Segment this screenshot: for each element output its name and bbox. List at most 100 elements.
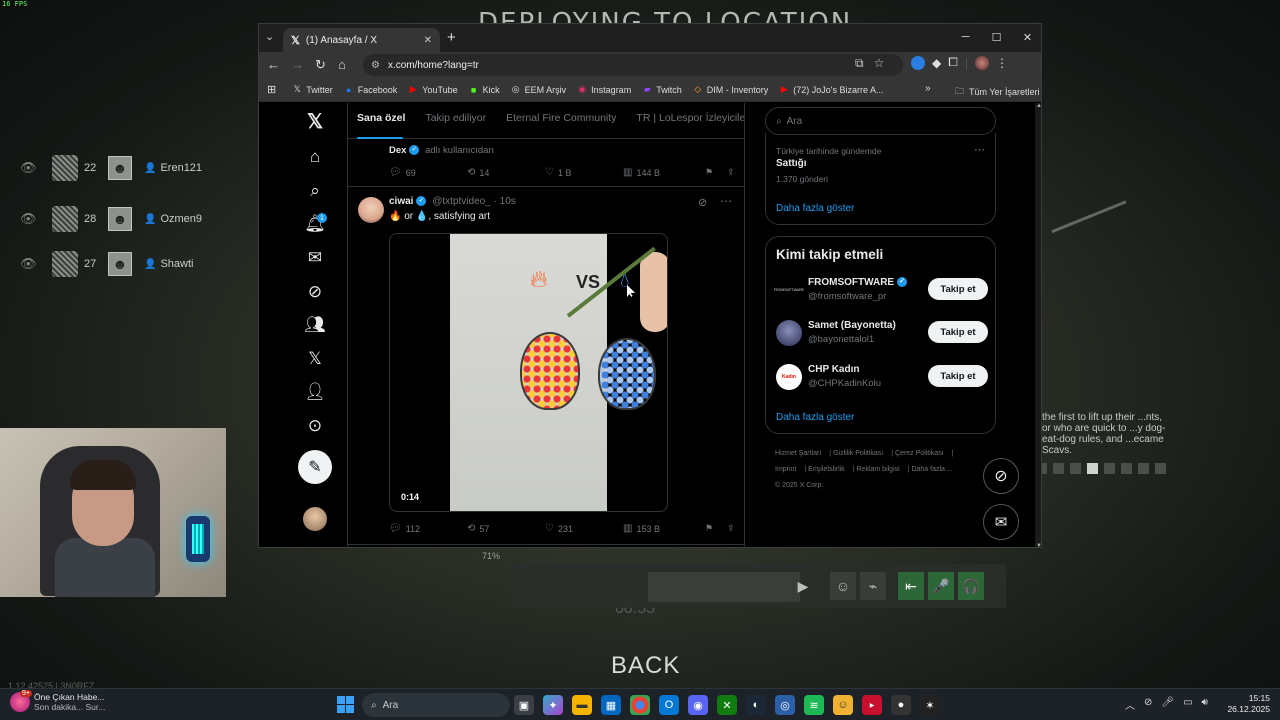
tab-eternal-fire[interactable]: Eternal Fire Community [497,103,627,138]
site-info-icon[interactable]: ⚙ [371,60,380,71]
headphones-icon[interactable]: 🎧 [958,572,984,600]
tab-lolespor[interactable]: TR | LoLespor İzleyicile [627,103,744,138]
suggestion-avatar[interactable]: Kadın [776,364,802,390]
profile-avatar[interactable] [974,55,989,70]
game-launcher-icon[interactable]: ✶ [920,695,940,715]
suggestion-samet[interactable]: Samet (Bayonetta) @bayonettalol1 Takip e… [776,317,996,351]
microphone-icon[interactable]: 🎤 [928,572,954,600]
trend-more-icon[interactable]: ⋯ [974,143,985,156]
obs-icon[interactable]: ● [891,695,911,715]
scroll-up-arrow-icon[interactable]: ▲ [1035,103,1041,109]
tweet-ciwai[interactable]: ciwai ✓ @txtptvideo_ · 10s ⊘ ⋯ 🔥 or 💧, sa… [348,187,744,545]
grok-explain-icon[interactable]: ⊘ [698,196,707,209]
file-explorer-icon[interactable]: ▬ [572,695,592,715]
share-icon[interactable]: ⇪ [727,523,735,534]
trend-name[interactable]: Sattığı [776,158,807,169]
tab-for-you[interactable]: Sana özel [348,103,416,139]
home-icon[interactable]: ⌂ [338,57,346,72]
bookmark-icon[interactable]: ⚑ [705,167,727,178]
scav-pager[interactable] [1036,463,1166,474]
discord-icon[interactable]: ◉ [688,695,708,715]
bookmark-kick[interactable]: ■ Kick [469,85,500,95]
suggestion-name[interactable]: Samet (Bayonetta) [808,320,896,331]
address-bar[interactable]: ⚙ x.com/home?lang=tr [363,54,903,76]
pager-dot[interactable] [1155,463,1166,474]
extension-icon[interactable] [911,55,925,70]
footer-link-terms[interactable]: Hizmet Şartları [775,450,821,457]
system-clock[interactable]: 15:15 26.12.2025 [1226,693,1270,715]
more-icon[interactable]: ⊙ [303,414,327,438]
tweet-dex[interactable]: Dex ✓ adlı kullanıcıdan 💬︎ 69 ⟲ 14 ♡ 1 B ▥ 14… [348,139,744,187]
monitor-icon[interactable]: ▭ [1183,697,1192,712]
search-input[interactable]: ⌕ Ara [765,107,996,135]
like-button[interactable]: ♡ 231 [545,523,623,534]
emoji-icon[interactable]: ☺ [830,572,856,600]
chrome-icon[interactable] [630,695,650,715]
bookmark-eem[interactable]: ◎ EEM Arşiv [511,84,566,95]
trends-show-more-link[interactable]: Daha fazla göster [776,203,854,214]
author-avatar[interactable] [358,197,384,223]
send-icon[interactable]: ▶ [790,572,816,600]
grok-icon[interactable]: ⊘ [303,280,327,304]
pager-dot-active[interactable] [1087,463,1098,474]
profile-icon[interactable]: 👤︎ [303,380,327,404]
bookmark-jojo[interactable]: ▶ (72) JoJo's Bizarre A... [779,84,884,95]
premium-x-icon[interactable]: 𝕏 [303,347,327,371]
volume-icon[interactable]: 🔊︎ [1202,697,1208,712]
grok-fab-icon[interactable]: ⊘ [983,458,1019,494]
like-button[interactable]: ♡ 1 B [545,167,623,178]
spotify-icon[interactable]: ≋ [804,695,824,715]
footer-link-accessibility[interactable]: Erişilebilirlik [808,466,845,473]
battlenet-icon[interactable]: ◎ [775,695,795,715]
footer-link-imprint[interactable]: Imprint [775,466,796,473]
squad-member-1[interactable]: 👁 22 ☻ 👤 Eren121 [20,155,202,181]
taskbar-search[interactable]: ⌕ Ara [362,693,510,717]
minimize-icon[interactable]: ─ [950,24,981,50]
chat-input[interactable] [648,572,800,602]
bookmark-icon[interactable]: ⚑ [705,523,727,534]
scroll-down-arrow-icon[interactable]: ▼ [1035,543,1041,547]
bookmark-youtube[interactable]: ▶ YouTube [408,84,458,95]
reply-button[interactable]: 💬︎ 69 [389,167,467,178]
bookmark-instagram[interactable]: ◉ Instagram [577,84,631,95]
xbox-icon[interactable]: ✕ [717,695,737,715]
footer-link-more[interactable]: Daha fazla ... [911,466,952,473]
task-view-icon[interactable]: ▣ [514,695,534,715]
bookmark-twitter[interactable]: 𝕏 Twitter [292,84,333,95]
pager-dot[interactable] [1053,463,1064,474]
apps-grid-icon[interactable]: ⊞ [267,83,276,96]
author-handle[interactable]: @txtptvideo_ [432,196,491,207]
repost-button[interactable]: ⟲ 14 [467,167,545,178]
suggestion-fromsoftware[interactable]: FROMSOFTWARE FROMSOFTWARE ✓ @fromsoftware… [774,274,996,308]
close-tab-icon[interactable]: ✕ [424,35,432,46]
outlook-icon[interactable]: O [659,695,679,715]
home-icon[interactable]: ⌂ [303,145,327,169]
footer-link-ads-info[interactable]: Reklam bilgisi [857,466,900,473]
tweet-video[interactable]: 🔥︎ VS 💧︎ 0:14 [389,233,668,512]
footer-link-privacy[interactable]: Gizlilik Politikası [833,450,883,457]
close-window-icon[interactable]: ✕ [1012,24,1041,50]
share-icon[interactable]: ⇪ [727,167,735,178]
copilot-icon[interactable]: ✦ [543,695,563,715]
forward-arrow-icon[interactable]: → [291,57,304,72]
author-name[interactable]: Dex [389,145,406,156]
repost-button[interactable]: ⟲ 57 [467,523,545,534]
pager-dot[interactable] [1104,463,1115,474]
install-app-icon[interactable]: ⧉ [855,56,864,71]
suggestion-avatar[interactable] [776,320,802,346]
tray-overflow-icon[interactable]: ︿ [1125,697,1135,712]
follow-button[interactable]: Takip et [928,321,988,343]
steam-icon[interactable]: ◐ [746,695,766,715]
x-logo-icon[interactable]: 𝕏 [303,109,327,133]
suggestion-chp-kadin[interactable]: Kadın CHP Kadın @CHPKadinKolu Takip et [776,361,996,395]
follow-button[interactable]: Takip et [928,278,988,300]
back-arrow-icon[interactable]: ← [267,57,280,72]
messages-fab-icon[interactable]: ✉ [983,504,1019,540]
maximize-icon[interactable]: ☐ [981,24,1012,50]
suggestion-name[interactable]: CHP Kadın [808,364,860,375]
author-name[interactable]: ciwai [389,196,413,207]
tab-following[interactable]: Takip ediliyor [416,103,497,138]
search-icon[interactable]: ⌕ [303,179,327,203]
communities-icon[interactable]: 👥︎ [303,313,327,337]
reload-icon[interactable]: ↻ [315,57,326,73]
